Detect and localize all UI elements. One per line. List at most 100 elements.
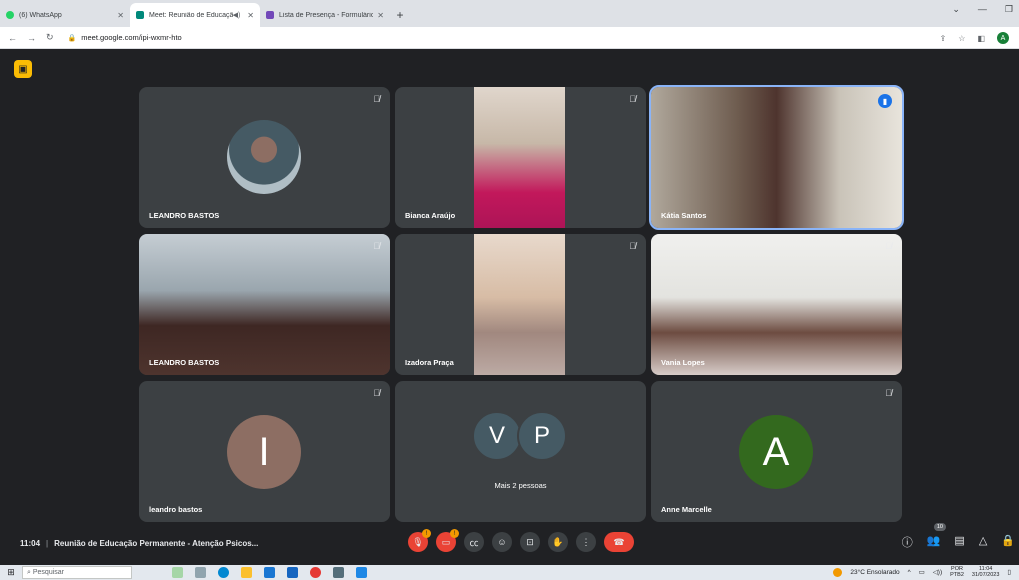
- back-icon[interactable]: ←: [8, 33, 17, 43]
- meet-control-bar: 11:04 | Reunião de Educação Permanente - A…: [0, 523, 1019, 565]
- search-placeholder: Pesquisar: [32, 569, 65, 576]
- participant-avatar: V: [472, 411, 522, 461]
- windows-start-icon[interactable]: ⊞: [0, 567, 22, 578]
- info-icon[interactable]: ⓘ: [902, 534, 913, 550]
- participant-name: Bianca Araújo: [405, 211, 456, 220]
- mail-icon[interactable]: [287, 567, 298, 578]
- participant-avatar: I: [227, 415, 301, 489]
- participant-tile[interactable]: 🎙̸ LEANDRO BASTOS: [139, 234, 390, 375]
- address-bar: ← → ↻ 🔒 meet.google.com/ipi-wxmr-hto ⇪ ☆…: [0, 27, 1019, 49]
- participant-tile[interactable]: A 🎙̸ Anne Marcelle: [651, 381, 902, 522]
- participant-tile[interactable]: 🎙̸ Izadora Praça: [395, 234, 646, 375]
- participant-name: leandro bastos: [149, 505, 203, 514]
- tab-title: Meet: Reunião de Educação: [149, 11, 233, 19]
- language-indicator[interactable]: POR PTB2: [950, 566, 964, 578]
- participant-video: [139, 234, 390, 375]
- chat-icon[interactable]: ▤: [954, 534, 964, 550]
- weather-icon: [833, 567, 843, 577]
- activities-icon[interactable]: △: [979, 534, 987, 550]
- share-icon[interactable]: ⇪: [940, 34, 947, 43]
- leave-call-button[interactable]: ☎: [604, 532, 634, 552]
- new-tab-button[interactable]: +: [390, 3, 410, 27]
- close-tab-icon[interactable]: ✕: [247, 11, 254, 20]
- participant-name: Vania Lopes: [661, 358, 705, 367]
- close-tab-icon[interactable]: ✕: [117, 11, 124, 20]
- mic-off-icon: 🎙̸: [629, 94, 636, 104]
- taskbar-clock[interactable]: 11:04 31/07/2023: [972, 566, 1000, 578]
- edge-icon[interactable]: [218, 567, 229, 578]
- participant-name: Izadora Praça: [405, 358, 454, 367]
- warning-icon: !: [450, 529, 459, 538]
- notifications-icon[interactable]: ▯: [1007, 568, 1011, 576]
- participant-tile[interactable]: ▮ Kátia Santos: [649, 85, 904, 230]
- more-participants-tile[interactable]: V P Mais 2 pessoas: [395, 381, 646, 522]
- participant-name: LEANDRO BASTOS: [149, 211, 220, 220]
- meet-icon: [136, 11, 144, 19]
- volume-icon[interactable]: ◁)): [933, 568, 942, 576]
- emoji-button[interactable]: ☺: [492, 532, 512, 552]
- participant-tile[interactable]: 🎙̸ Bianca Araújo: [395, 87, 646, 228]
- meeting-title: Reunião de Educação Permanente - Atenção…: [54, 539, 259, 548]
- network-icon[interactable]: ▭: [919, 568, 925, 576]
- tab-search-icon[interactable]: ⌄: [952, 4, 960, 15]
- file-explorer-icon[interactable]: [241, 567, 252, 578]
- reload-icon[interactable]: ↻: [46, 32, 54, 43]
- restore-icon[interactable]: ❐: [1005, 4, 1013, 15]
- tab-forms[interactable]: Lista de Presença - Formulários ✕: [260, 3, 390, 27]
- clock-date: 31/07/2023: [971, 572, 1000, 578]
- profile-avatar[interactable]: A: [997, 32, 1009, 44]
- participant-video: [651, 234, 902, 375]
- participant-avatar: P: [517, 411, 567, 461]
- lock-icon[interactable]: 🔒: [68, 34, 77, 42]
- participant-video: [651, 87, 902, 228]
- weather-text[interactable]: 23°C Ensolarado: [850, 569, 899, 576]
- side-controls: ⓘ 👥 ▤ △ 🔒: [902, 534, 1015, 550]
- captions-button[interactable]: ㏄: [464, 532, 484, 552]
- forms-icon: [266, 11, 274, 19]
- window-controls: ⌄ — ❐: [952, 4, 1013, 15]
- mic-off-icon: 🎙̸: [373, 241, 380, 251]
- meeting-info: 11:04 | Reunião de Educação Permanente - A…: [20, 539, 259, 548]
- store-icon[interactable]: [264, 567, 275, 578]
- microphone-button[interactable]: 🎙!: [408, 529, 431, 552]
- keyboard-layout: PTB2: [950, 572, 964, 578]
- raise-hand-button[interactable]: ✋: [548, 532, 568, 552]
- participant-avatar: A: [739, 415, 813, 489]
- app-icon[interactable]: [333, 567, 344, 578]
- task-view-icon[interactable]: [195, 567, 206, 578]
- system-tray: 23°C Ensolarado ^ ▭ ◁)) POR PTB2 11:04 3…: [833, 566, 1011, 578]
- participant-video: [474, 234, 565, 375]
- recording-notice-icon[interactable]: ▣: [14, 60, 32, 78]
- participant-tile[interactable]: 🎙̸ LEANDRO BASTOS: [139, 87, 390, 228]
- chrome-icon[interactable]: [310, 567, 321, 578]
- people-icon[interactable]: 👥: [927, 534, 941, 550]
- close-tab-icon[interactable]: ✕: [377, 11, 384, 20]
- minimize-icon[interactable]: —: [978, 4, 987, 15]
- participant-video: [474, 87, 565, 228]
- meeting-time: 11:04: [20, 539, 41, 548]
- taskbar-apps: [172, 567, 367, 578]
- forward-icon[interactable]: →: [27, 33, 36, 43]
- mic-off-icon: 🎙̸: [629, 241, 636, 251]
- present-button[interactable]: ⊡: [520, 532, 540, 552]
- mic-off-icon: 🎙̸: [885, 241, 892, 251]
- host-controls-icon[interactable]: 🔒: [1001, 534, 1015, 550]
- widgets-icon[interactable]: [172, 567, 183, 578]
- more-options-button[interactable]: ⋮: [576, 532, 596, 552]
- url-field[interactable]: 🔒 meet.google.com/ipi-wxmr-hto: [68, 33, 182, 42]
- tray-arrow-icon[interactable]: ^: [908, 569, 911, 576]
- taskbar-search[interactable]: ⌕ Pesquisar: [22, 566, 132, 579]
- tab-whatsapp[interactable]: (6) WhatsApp ✕: [0, 3, 130, 27]
- participant-tile[interactable]: I 🎙̸ leandro bastos: [139, 381, 390, 522]
- bookmark-star-icon[interactable]: ☆: [958, 34, 965, 43]
- sidepanel-icon[interactable]: ◧: [977, 34, 985, 43]
- tab-meet[interactable]: Meet: Reunião de Educação ◀) ✕: [130, 3, 260, 27]
- camera-button[interactable]: ▭!: [436, 529, 459, 552]
- participant-tile[interactable]: 🎙̸ Vania Lopes: [651, 234, 902, 375]
- participants-count-badge: 10: [933, 523, 946, 531]
- audio-playing-icon[interactable]: ◀): [233, 11, 241, 19]
- word-icon[interactable]: [356, 567, 367, 578]
- tab-title: Lista de Presença - Formulários: [279, 11, 374, 19]
- more-participants-label: Mais 2 pessoas: [494, 481, 547, 490]
- mic-off-icon: 🎙̸: [373, 94, 380, 104]
